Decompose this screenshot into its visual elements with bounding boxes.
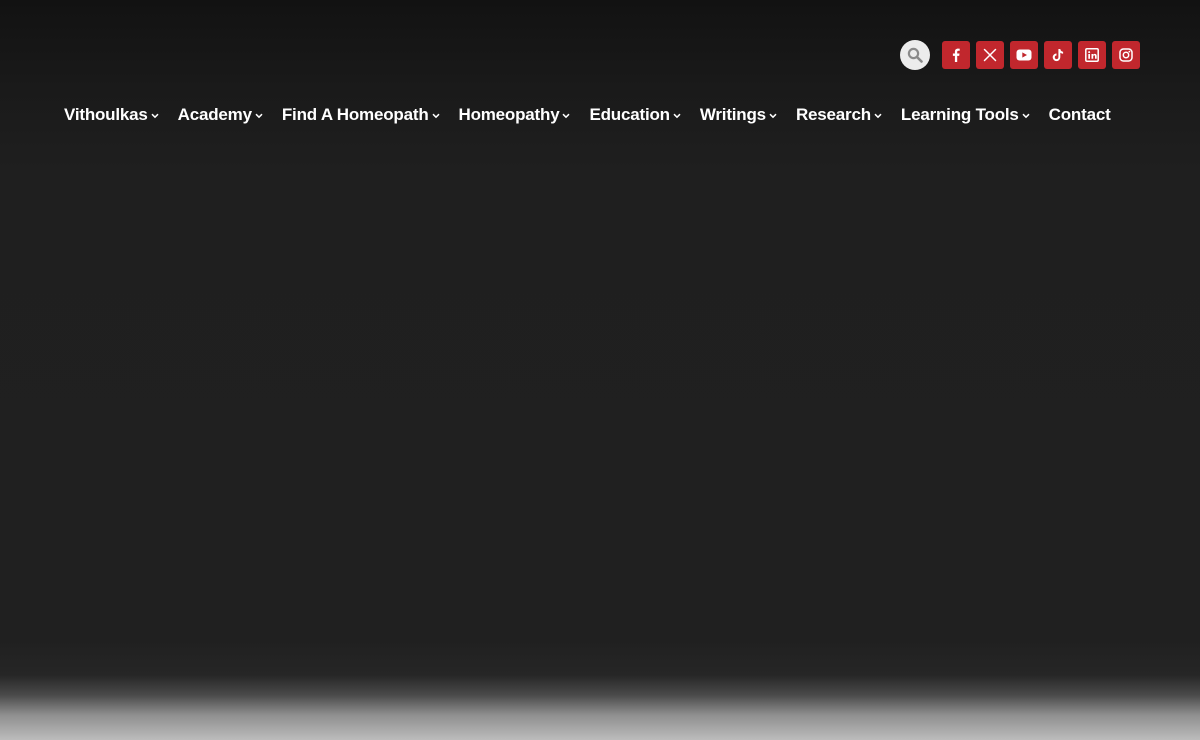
x-icon [983,48,997,62]
hero-section [0,150,1200,740]
instagram-icon [1119,48,1133,62]
tiktok-link[interactable] [1044,41,1072,69]
nav-item-label: Find A Homeopath [281,105,429,124]
nav-item-label: Research [795,105,871,124]
nav-item-label: Learning Tools [900,105,1019,124]
nav-item-academy[interactable]: Academy [178,105,263,125]
chevron-down-icon [562,113,570,119]
nav-item-label: Academy [177,105,252,124]
instagram-link[interactable] [1112,41,1140,69]
chevron-down-icon [673,113,681,119]
nav-item-find-a-homeopath[interactable]: Find A Homeopath [282,105,440,125]
chevron-down-icon [1022,113,1030,119]
chevron-down-icon [255,113,263,119]
nav-item-label: Homeopathy [458,105,560,124]
chevron-down-icon [769,113,777,119]
search-button[interactable] [900,40,930,70]
facebook-icon [952,48,960,62]
facebook-link[interactable] [942,41,970,69]
youtube-link[interactable] [1010,41,1038,69]
linkedin-link[interactable] [1078,41,1106,69]
header-topbar [900,40,1140,70]
x-link[interactable] [976,41,1004,69]
linkedin-icon [1085,48,1099,62]
nav-item-education[interactable]: Education [589,105,681,125]
tiktok-icon [1052,49,1064,62]
nav-item-writings[interactable]: Writings [700,105,777,125]
nav-item-label: Contact [1048,105,1111,124]
nav-item-label: Vithoulkas [64,105,148,124]
chevron-down-icon [151,113,159,119]
nav-item-homeopathy[interactable]: Homeopathy [459,105,571,125]
nav-item-contact[interactable]: Contact [1049,105,1111,125]
search-icon [907,47,923,63]
nav-item-label: Writings [699,105,766,124]
main-nav: Vithoulkas Academy Find A Homeopath Home… [64,100,1111,130]
nav-item-vithoulkas[interactable]: Vithoulkas [64,105,159,125]
youtube-icon [1016,49,1032,61]
site-header: Vithoulkas Academy Find A Homeopath Home… [0,0,1200,150]
nav-item-learning-tools[interactable]: Learning Tools [901,105,1030,125]
chevron-down-icon [431,113,440,119]
nav-item-label: Education [589,105,670,124]
chevron-down-icon [874,113,882,119]
nav-item-research[interactable]: Research [796,105,882,125]
